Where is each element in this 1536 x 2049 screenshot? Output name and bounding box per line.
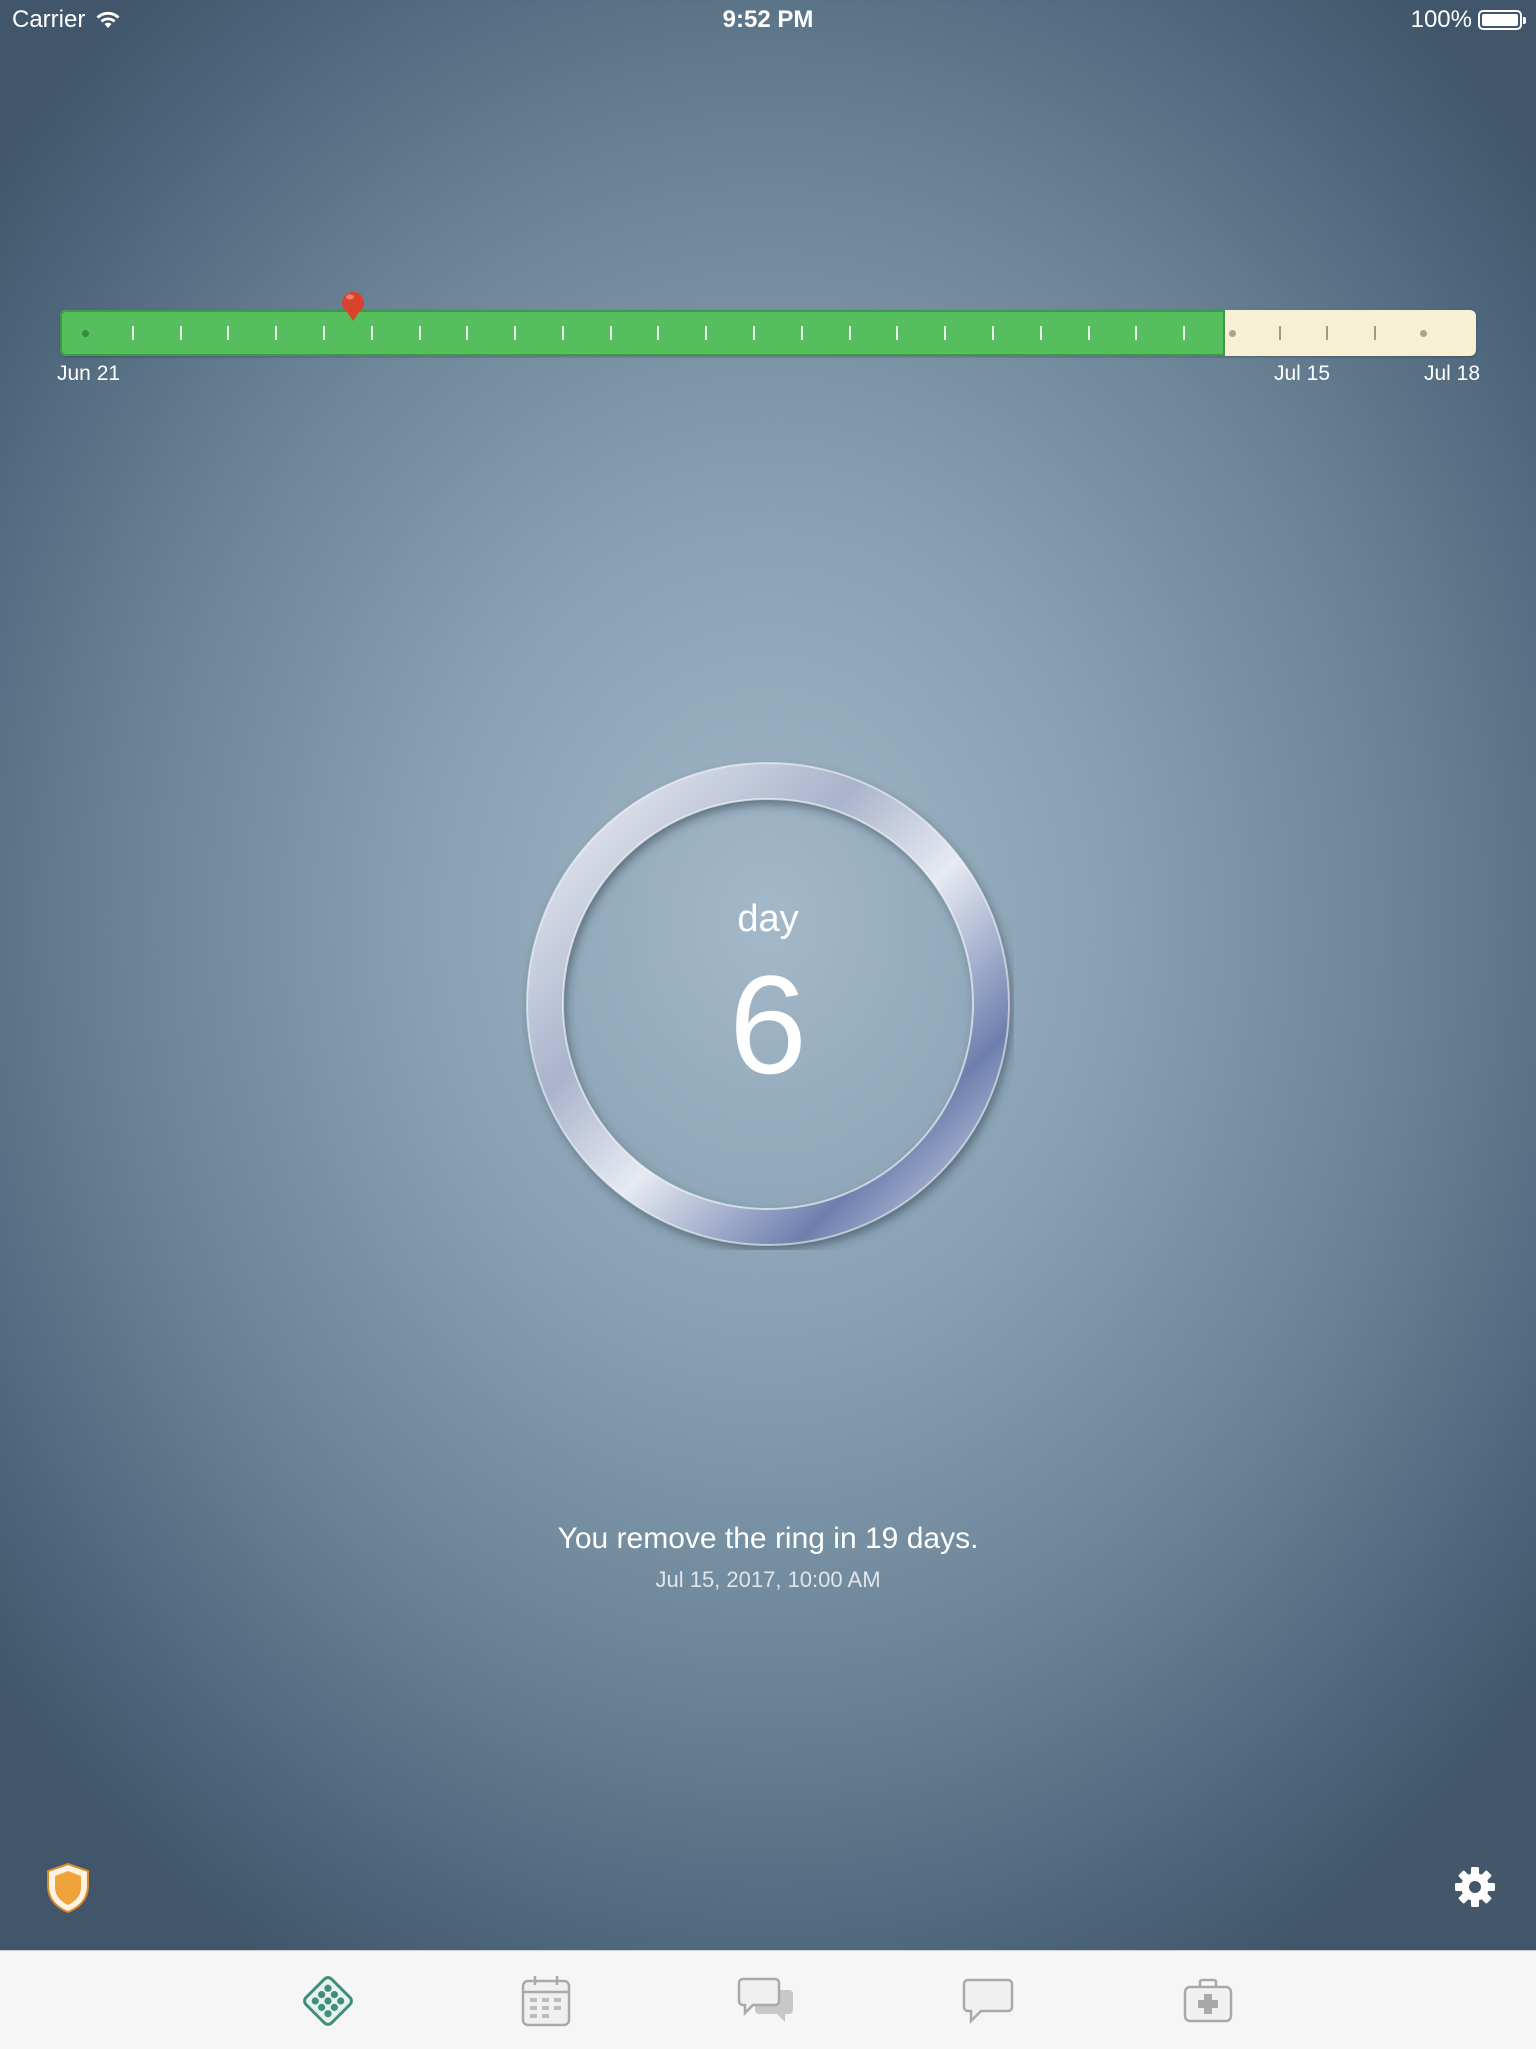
current-day-marker-icon — [341, 291, 364, 321]
timeline-tick — [800, 326, 803, 340]
timeline-tick — [418, 326, 421, 340]
tab-calendar[interactable] — [514, 1971, 578, 2031]
battery-percent: 100% — [1410, 6, 1472, 33]
timeline-tick — [1039, 326, 1042, 340]
timeline-ring-period — [60, 310, 1225, 356]
timeline-remove-date: Jul 15 — [1274, 362, 1331, 385]
timeline-end-date: Jul 18 — [1424, 362, 1481, 385]
day-number: 6 — [729, 946, 807, 1103]
timeline-tick — [991, 326, 994, 340]
gear-icon — [1455, 1867, 1495, 1907]
timeline-tick — [753, 326, 755, 340]
timeline-tick — [131, 326, 134, 340]
timeline-tick — [657, 326, 660, 340]
day-label: day — [737, 898, 799, 940]
timeline-tick — [848, 326, 851, 340]
removal-message: You remove the ring in 19 days. — [557, 1522, 979, 1555]
status-time: 9:52 PM — [722, 6, 814, 33]
timeline-tick — [514, 326, 517, 340]
chat-bubbles-icon — [737, 1977, 793, 2022]
shield-icon — [47, 1862, 89, 1914]
timeline-start-dot — [82, 330, 89, 337]
status-right: 100% — [1410, 6, 1526, 34]
timeline-tick — [370, 326, 373, 340]
timeline-tick — [179, 326, 182, 340]
timeline-tick — [1326, 326, 1329, 340]
timeline-tick — [1135, 326, 1138, 340]
battery-fill — [1482, 14, 1518, 26]
medical-kit-icon — [1183, 1978, 1233, 2023]
timeline-tick — [1278, 326, 1281, 340]
status-bar: Carrier 9:52 PM 100% — [0, 0, 1536, 40]
protection-button[interactable] — [44, 1862, 92, 1914]
timeline-tick — [944, 326, 947, 340]
timeline-tick — [1183, 326, 1186, 340]
timeline-tick — [322, 326, 325, 340]
cycle-timeline[interactable] — [60, 310, 1476, 356]
timeline-tick — [609, 326, 612, 340]
settings-button[interactable] — [1444, 1856, 1506, 1918]
removal-date: Jul 15, 2017, 10:00 AM — [655, 1567, 881, 1592]
timeline-tick — [1374, 326, 1377, 340]
timeline-tick — [561, 326, 564, 340]
timeline-start-date: Jun 21 — [57, 362, 121, 385]
tab-bar — [0, 1950, 1536, 2049]
tab-medical[interactable] — [1176, 1971, 1240, 2031]
pill-pack-icon — [303, 1976, 353, 2026]
timeline-tick — [466, 326, 469, 340]
battery-icon — [1478, 10, 1526, 30]
timeline-tick — [705, 326, 708, 340]
timeline-remove-dot — [1228, 330, 1236, 337]
calendar-icon — [521, 1976, 571, 2027]
tab-messages[interactable] — [956, 1971, 1020, 2031]
timeline-tick — [1087, 326, 1090, 340]
tab-pill-pack[interactable] — [296, 1971, 360, 2031]
timeline-end-dot — [1420, 330, 1427, 337]
tab-forum[interactable] — [734, 1971, 798, 2031]
timeline-tick — [896, 326, 899, 340]
chat-bubble-icon — [962, 1978, 1014, 2025]
timeline-tick — [227, 326, 230, 340]
timeline-tick — [275, 326, 278, 340]
